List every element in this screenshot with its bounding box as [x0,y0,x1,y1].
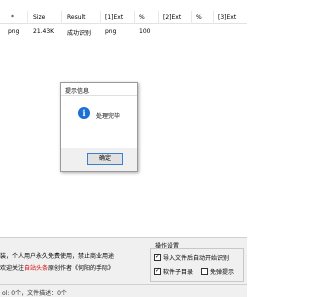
cell-pct1: 100 [139,28,151,35]
message-dialog: 提示信息 i 处理完毕 确定 [60,82,138,172]
bottom-panel: 装，个人用户永久免费使用，禁止商业用途 欢迎关注自站头条原创作者《何阳的手际》 … [0,237,247,285]
notice-highlight[interactable]: 自站头条 [24,265,48,272]
notice-prefix: 欢迎关注 [0,265,25,272]
col-ext2[interactable]: [2]Ext [163,14,181,21]
cell-ext1: png [105,28,117,35]
col-pct1[interactable]: % [139,14,145,21]
cell-name: png [8,28,20,35]
notice-line1: 装，个人用户永久免费使用，禁止商业用途 [0,253,115,260]
table-row[interactable]: png 21.43K 成功识别 png 100 [0,26,247,37]
col-result[interactable]: Result [67,14,86,21]
col-size[interactable]: Size [33,14,45,21]
subdir-label[interactable]: 软件子目录 [163,267,193,276]
dialog-body [61,96,137,148]
col-ext3[interactable]: [3]Ext [218,14,236,21]
col-star[interactable]: * [11,14,14,21]
col-pct2[interactable]: % [196,14,202,21]
dialog-titlebar[interactable]: 提示信息 [61,83,137,96]
no-popup-checkbox[interactable] [201,268,208,275]
notice-suffix: 原创作者《何阳的手际》 [48,265,115,272]
notice-line2: 欢迎关注自站头条原创作者《何阳的手际》 [0,263,114,272]
table-header: * Size Result [1]Ext % [2]Ext % [3]Ext [0,11,247,24]
auto-recognize-checkbox[interactable] [154,253,161,261]
cell-result: 成功识别 [67,30,92,37]
ok-button[interactable]: 确定 [87,153,123,165]
no-popup-label[interactable]: 免弹提示 [210,267,234,276]
dialog-title: 提示信息 [65,88,90,95]
cell-size: 21.43K [33,28,55,35]
settings-group: 导入文件后自动开始识别 软件子目录 免弹提示 [150,248,244,282]
subdir-checkbox[interactable] [154,267,161,275]
auto-recognize-label[interactable]: 导入文件后自动开始识别 [163,253,229,262]
col-ext1[interactable]: [1]Ext [105,14,123,21]
info-icon: i [78,107,90,119]
status-bar: ol: 0个，文件描述：0个 [0,284,247,297]
dialog-message: 处理完毕 [96,113,121,120]
